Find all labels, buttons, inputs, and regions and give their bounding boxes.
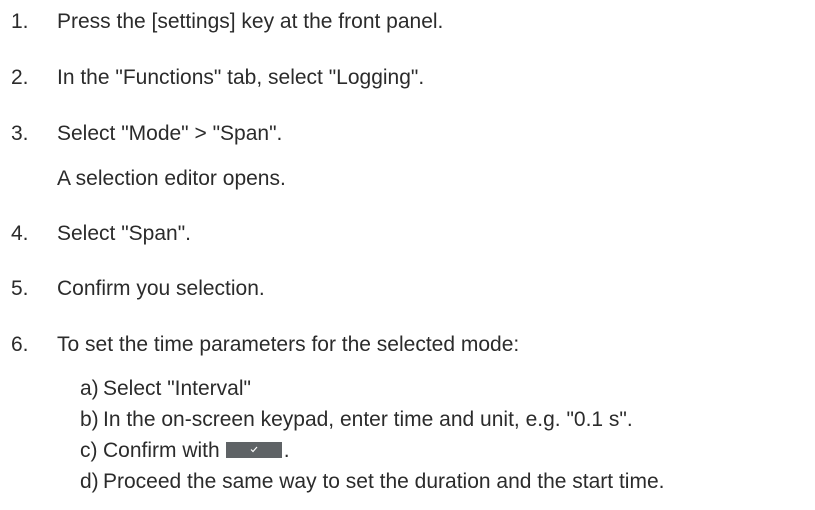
step-text: To set the time parameters for the selec… [57,333,520,356]
checkmark-icon [250,447,258,453]
step-text: Confirm you selection. [57,277,265,300]
substep-label: c) [80,439,98,462]
substep-text: Proceed the same way to set the duration… [103,470,665,493]
step-number: 5. [11,277,29,300]
substep-label: b) [80,408,99,431]
step-text: Press the [settings] key at the front pa… [57,10,444,33]
substep-text: Confirm with [103,439,220,462]
step-number: 4. [11,222,29,245]
substep-text: Select "Interval" [103,377,251,400]
substep-content: Confirm with. [103,439,290,463]
substep-label: d) [80,470,99,493]
step-number: 6. [11,333,29,356]
instruction-document: 1. Press the [settings] key at the front… [0,0,815,510]
step-text: In the "Functions" tab, select "Logging"… [57,66,425,89]
step-text: Select "Mode" > "Span". [57,122,283,145]
substep-text-end: . [283,439,290,462]
substep-label: a) [80,377,99,400]
substep-text: In the on-screen keypad, enter time and … [103,408,633,431]
step-result-text: A selection editor opens. [57,167,286,190]
confirm-key [225,442,282,459]
step-number: 1. [11,10,29,33]
step-number: 2. [11,66,29,89]
step-number: 3. [11,122,29,145]
step-text: Select "Span". [57,222,191,245]
